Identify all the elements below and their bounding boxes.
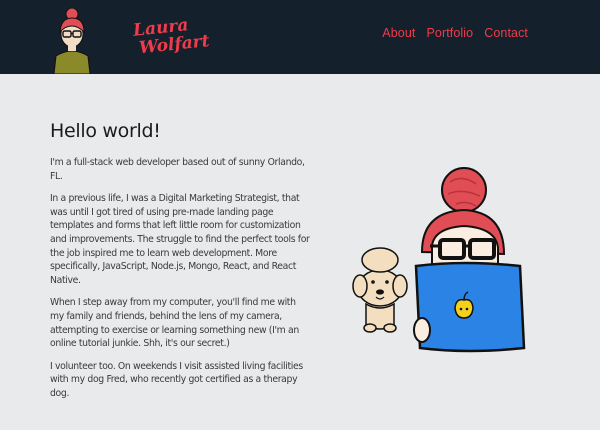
hobbies-paragraph: When I step away from my computer, you'l… xyxy=(50,297,299,350)
hero-illustration xyxy=(352,162,542,362)
girl-with-laptop-illustration-icon xyxy=(352,167,526,353)
background-paragraph: In a previous life, I was a Digital Mark… xyxy=(50,193,310,286)
main-nav: About Portfolio Contact xyxy=(382,26,528,40)
site-header: Laura Wolfart About Portfolio Contact xyxy=(0,0,600,75)
intro-paragraph: I'm a full-stack web developer based out… xyxy=(50,157,305,182)
nav-link-contact[interactable]: Contact xyxy=(484,26,528,40)
nav-link-portfolio[interactable]: Portfolio xyxy=(426,26,473,40)
about-section: Hello world! I'm a full-stack web develo… xyxy=(50,120,312,410)
logo[interactable]: Laura Wolfart xyxy=(46,4,210,75)
page-title: Hello world! xyxy=(50,120,161,142)
logo-text: Laura Wolfart xyxy=(132,14,210,58)
volunteer-paragraph: I volunteer too. On weekends I visit ass… xyxy=(50,360,303,399)
nav-link-about[interactable]: About xyxy=(382,26,415,40)
